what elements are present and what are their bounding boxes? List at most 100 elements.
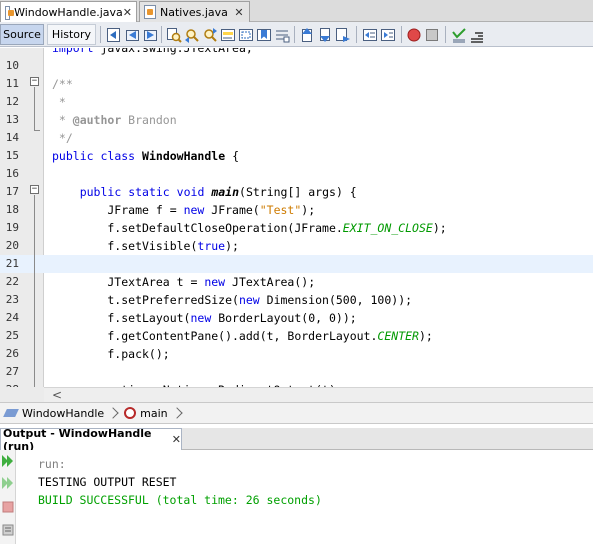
- output-tab-label: Output - WindowHandle (run): [3, 426, 152, 453]
- output-console[interactable]: run: TESTING OUTPUT RESET BUILD SUCCESSF…: [17, 450, 593, 544]
- tab-output[interactable]: Output - WindowHandle (run) ✕: [0, 426, 182, 453]
- start-macro-recording-icon[interactable]: [405, 26, 422, 43]
- previous-bookmark-icon[interactable]: [298, 26, 315, 43]
- stop-icon[interactable]: [1, 499, 15, 515]
- editor-toolbar: Source History: [0, 22, 593, 47]
- line-number: 24: [5, 311, 19, 324]
- code-line[interactable]: 25 f.getContentPane().add(t, BorderLayou…: [0, 327, 593, 345]
- code-line[interactable]: 13 * @author Brandon: [0, 111, 593, 129]
- breadcrumb: WindowHandle main: [0, 402, 593, 424]
- scroll-left-icon[interactable]: <: [52, 388, 62, 403]
- toggle-bookmark-icon[interactable]: [255, 26, 272, 43]
- close-icon[interactable]: ✕: [172, 433, 181, 446]
- code-text: *: [52, 95, 66, 109]
- code-text: t.setPreferredSize(new Dimension(500, 10…: [52, 293, 413, 307]
- chevron-right-icon[interactable]: [172, 406, 182, 420]
- code-line[interactable]: 17 public static void main(String[] args…: [0, 183, 593, 201]
- code-line[interactable]: 12 *: [0, 93, 593, 111]
- code-line-partial[interactable]: import javax.swing.JTextArea;: [0, 48, 593, 57]
- code-text: public class WindowHandle {: [52, 149, 239, 163]
- code-line[interactable]: 19 f.setDefaultCloseOperation(JFrame.EXI…: [0, 219, 593, 237]
- fold-end-marker: [34, 130, 40, 131]
- output-line: run:: [38, 457, 66, 471]
- toggle-rectangular-selection-icon[interactable]: [237, 26, 254, 43]
- shift-right-icon[interactable]: [379, 26, 396, 43]
- next-bookmark-icon[interactable]: [316, 26, 333, 43]
- code-line[interactable]: 22 JTextArea t = new JTextArea();: [0, 273, 593, 291]
- stop-macro-recording-icon[interactable]: [423, 26, 440, 43]
- code-text: f.pack();: [52, 347, 170, 361]
- code-line[interactable]: 21: [0, 255, 593, 273]
- code-text: JFrame f = new JFrame("Test");: [52, 203, 316, 217]
- code-text: public static void main(String[] args) {: [79, 185, 357, 199]
- code-line[interactable]: 27: [0, 363, 593, 381]
- shift-line-icon[interactable]: [273, 26, 290, 43]
- breadcrumb-label: main: [140, 406, 168, 420]
- code-text: /**: [52, 77, 73, 91]
- code-line[interactable]: 18 JFrame f = new JFrame("Test");: [0, 201, 593, 219]
- history-view-button[interactable]: History: [47, 24, 96, 45]
- forward-icon[interactable]: [141, 26, 158, 43]
- close-icon[interactable]: ✕: [233, 6, 245, 19]
- back-icon[interactable]: [124, 26, 141, 43]
- code-line[interactable]: 15 public class WindowHandle {: [0, 147, 593, 165]
- line-number: 21: [5, 257, 19, 270]
- line-number: 19: [5, 221, 19, 234]
- code-text: f.setVisible(true);: [52, 239, 239, 253]
- toolbar-separator: [100, 26, 101, 43]
- code-line[interactable]: 16: [0, 165, 593, 183]
- toggle-comment-icon[interactable]: [334, 26, 351, 43]
- source-view-button[interactable]: Source: [0, 24, 44, 45]
- start-macro-icon[interactable]: [450, 26, 467, 43]
- line-number: 27: [5, 365, 19, 378]
- toggle-highlight-icon[interactable]: [219, 26, 236, 43]
- toolbar-separator: [356, 26, 357, 43]
- tab-label: Natives.java: [160, 5, 228, 19]
- find-next-icon[interactable]: [201, 26, 218, 43]
- code-text: * @author Brandon: [52, 113, 177, 127]
- code-line[interactable]: 11 /**: [0, 75, 593, 93]
- diff-sidebar-icon[interactable]: [468, 26, 485, 43]
- tab-label: WindowHandle.java: [14, 6, 123, 19]
- line-number: 17: [5, 185, 19, 198]
- code-line[interactable]: 14 */: [0, 129, 593, 147]
- code-line[interactable]: 23 t.setPreferredSize(new Dimension(500,…: [0, 291, 593, 309]
- output-line: BUILD SUCCESSFUL (total time: 26 seconds…: [38, 493, 322, 507]
- editor-tab-bar: WindowHandle.java ✕ Natives.java ✕: [0, 0, 593, 23]
- find-previous-icon[interactable]: [183, 26, 200, 43]
- chevron-right-icon[interactable]: [108, 406, 118, 420]
- breadcrumb-label: WindowHandle: [22, 406, 105, 420]
- rerun-icon[interactable]: [1, 453, 15, 469]
- status-icon[interactable]: [1, 522, 15, 538]
- tab-windowhandle-java[interactable]: WindowHandle.java ✕: [0, 1, 137, 23]
- line-number: 16: [5, 167, 19, 180]
- output-side-toolbar: [0, 450, 16, 544]
- shift-left-icon[interactable]: [361, 26, 378, 43]
- last-edit-icon[interactable]: [105, 26, 122, 43]
- breadcrumb-item-class[interactable]: WindowHandle: [4, 407, 104, 420]
- output-line: TESTING OUTPUT RESET: [38, 475, 177, 489]
- code-text: */: [52, 131, 73, 145]
- java-file-icon: [5, 5, 15, 20]
- fold-collapse-icon[interactable]: −: [30, 185, 39, 194]
- code-line[interactable]: 24 f.setLayout(new BorderLayout(0, 0));: [0, 309, 593, 327]
- code-line[interactable]: 20 f.setVisible(true);: [0, 237, 593, 255]
- code-line[interactable]: 26 f.pack();: [0, 345, 593, 363]
- breadcrumb-item-method[interactable]: main: [124, 406, 168, 420]
- code-text: import javax.swing.JTextArea;: [52, 48, 253, 55]
- find-selection-icon[interactable]: [165, 26, 182, 43]
- fold-collapse-icon[interactable]: −: [30, 77, 39, 86]
- code-line[interactable]: 10: [0, 57, 593, 75]
- close-icon[interactable]: ✕: [123, 6, 132, 19]
- line-number: 25: [5, 329, 19, 342]
- code-editor[interactable]: import javax.swing.JTextArea; 10 11 /** 12 …: [0, 48, 593, 387]
- line-number: 14: [5, 131, 19, 144]
- code-text: f.getContentPane().add(t, BorderLayout.C…: [52, 329, 433, 343]
- toolbar-separator: [161, 26, 162, 43]
- horizontal-scrollbar[interactable]: <: [44, 387, 593, 402]
- tab-natives-java[interactable]: Natives.java ✕: [139, 1, 250, 22]
- line-number: 13: [5, 113, 19, 126]
- code-text: JTextArea t = new JTextArea();: [52, 275, 316, 289]
- rerun-with-options-icon[interactable]: [1, 475, 15, 491]
- line-number: 22: [5, 275, 19, 288]
